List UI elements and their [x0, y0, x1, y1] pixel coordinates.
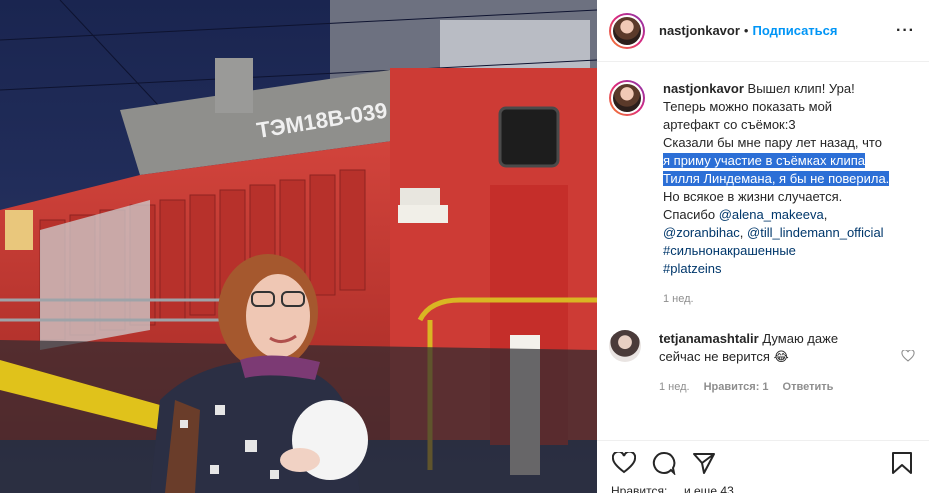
photo-illustration: ТЭМ18В-039	[0, 0, 597, 493]
reply-button[interactable]: Ответить	[783, 378, 834, 396]
comment-text-2: сейчас не верится	[659, 349, 770, 364]
caption-highlight-1: я приму участие в съёмках клипа	[663, 153, 866, 168]
likes-summary: Нравится: ... и еще 43	[611, 484, 915, 493]
more-options-icon[interactable]: ···	[896, 22, 915, 40]
comment-meta: 1 нед. Нравится: 1 Ответить	[659, 378, 899, 396]
caption-thanks: Спасибо	[663, 207, 716, 222]
caption-line-4: Сказали бы мне пару лет назад, что	[663, 135, 882, 150]
commenter-avatar[interactable]	[609, 330, 641, 362]
mention-zoran[interactable]: @zoranbihac	[663, 225, 740, 240]
hashtag-1[interactable]: #сильнонакрашенные	[663, 242, 903, 260]
caption: nastjonkavor Вышел клип! Ура! Теперь мож…	[609, 80, 917, 308]
comment-body: tetjanamashtalir Думаю даже сейчас не ве…	[659, 330, 899, 396]
mention-alena[interactable]: @alena_makeeva	[719, 207, 824, 222]
caption-time[interactable]: 1 нед.	[663, 290, 694, 308]
bookmark-icon[interactable]	[889, 450, 915, 476]
commenter-username[interactable]: tetjanamashtalir	[659, 331, 759, 346]
comment-text-1: Думаю даже	[762, 331, 839, 346]
caption-username[interactable]: nastjonkavor	[663, 81, 744, 96]
likes-summary-text[interactable]: Нравится: ... и еще 43	[611, 484, 734, 493]
caption-line-2: Теперь можно показать мой	[663, 99, 833, 114]
comment-time[interactable]: 1 нед.	[659, 378, 690, 396]
post-side-panel: nastjonkavor • Подписаться ··· nastjonka…	[597, 0, 929, 493]
comment-icon[interactable]	[651, 450, 677, 476]
author-username[interactable]: nastjonkavor	[659, 23, 740, 38]
comments-list: nastjonkavor Вышел клип! Ура! Теперь мож…	[609, 80, 917, 396]
caption-line-3: артефакт со съёмок:3	[663, 117, 796, 132]
caption-highlight-2: Тилля Линдемана, я бы не поверила.	[663, 171, 890, 186]
caption-line-1: Вышел клип! Ура!	[747, 81, 855, 96]
post-photo[interactable]: ТЭМ18В-039	[0, 0, 597, 493]
hashtag-2[interactable]: #platzeins	[663, 260, 903, 278]
caption-avatar[interactable]	[609, 80, 645, 116]
heart-icon[interactable]	[611, 450, 637, 476]
follow-button[interactable]: Подписаться	[752, 23, 837, 38]
caption-meta: 1 нед.	[663, 290, 903, 308]
laughing-emoji-icon: 😂	[773, 349, 789, 364]
author-avatar[interactable]	[609, 12, 645, 49]
caption-body: nastjonkavor Вышел клип! Ура! Теперь мож…	[663, 80, 903, 308]
header-separator: •	[743, 23, 749, 38]
post-header: nastjonkavor • Подписаться ···	[597, 0, 929, 62]
instagram-post-modal: ТЭМ18В-039 nastjonkavor • Подписаться ··…	[0, 0, 929, 493]
comment-like-heart-icon[interactable]	[901, 350, 915, 362]
caption-line-7: Но всякое в жизни случается.	[663, 189, 843, 204]
comment-item: tetjanamashtalir Думаю даже сейчас не ве…	[609, 330, 917, 396]
share-icon[interactable]	[691, 450, 717, 476]
action-bar	[597, 440, 929, 484]
mention-till[interactable]: @till_lindemann_official	[747, 225, 884, 240]
comment-likes[interactable]: Нравится: 1	[704, 378, 769, 396]
